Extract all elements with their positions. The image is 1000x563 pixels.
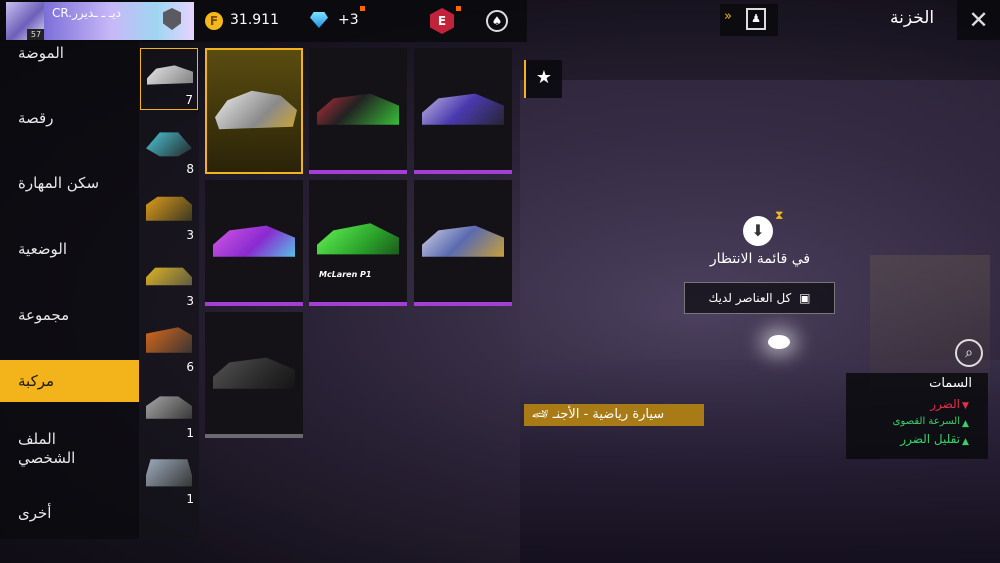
vehicle-image (215, 90, 297, 130)
sidebar-item-skill-skin[interactable]: سكن المهارة (0, 166, 139, 206)
sidebar-item-profile[interactable]: الملف الشخصي (0, 426, 139, 474)
subcategory-count: 1 (186, 426, 194, 440)
diamond-icon (310, 12, 328, 28)
sidebar-item-label: سكن المهارة (18, 174, 100, 192)
vehicle-tile[interactable] (205, 180, 303, 306)
rarity-bar (414, 170, 512, 174)
sidebar-item-label: رقصة (18, 109, 54, 127)
all-items-button[interactable]: كل العناصر لديك ▣ (684, 282, 835, 314)
sidebar-item-vehicle[interactable]: مركبة (0, 360, 139, 402)
rarity-bar (309, 170, 407, 174)
vehicle-thumbnail (146, 132, 192, 157)
arrow-down-icon: ▼ (962, 401, 969, 411)
rarity-bar (414, 302, 512, 306)
vehicle-image (317, 223, 399, 255)
subcategory-count: 1 (186, 492, 194, 506)
vehicle-tile[interactable] (414, 180, 512, 306)
subcategory-item[interactable]: 1 (140, 446, 198, 508)
subcategory-item[interactable]: 3 (140, 182, 198, 244)
attribute-damage-reduction: تقليل الضرر (900, 432, 960, 446)
subcategory-item[interactable]: 3 (140, 248, 198, 310)
vehicle-tile-selected[interactable] (205, 48, 303, 174)
arrow-up-icon: ▲ (962, 419, 969, 429)
sidebar-item-label: الملف الشخصي (18, 430, 76, 467)
card-icon: ♟ (746, 8, 766, 30)
vehicle-icon: 🏎 (532, 407, 549, 422)
arrow-up-icon: ▲ (962, 437, 969, 447)
vehicle-thumbnail (147, 65, 193, 85)
subcategory-item[interactable]: 8 (140, 116, 198, 178)
gold-amount: 31.911 (230, 12, 279, 28)
attribute-damage: الضرر (930, 397, 960, 411)
rarity-bar (309, 302, 407, 306)
favorite-star-button[interactable]: ★ (524, 60, 562, 98)
vehicle-tile[interactable] (309, 48, 407, 174)
zoom-icon[interactable]: ⌕ (955, 339, 983, 367)
vehicle-image (213, 357, 295, 389)
page-title: الخزنة (890, 8, 935, 28)
top-bar: 57 CR.ديـ ـ ـديرر F 31.911 +3 E ♠ (0, 0, 527, 42)
vehicle-thumbnail (146, 459, 192, 487)
vehicle-image (317, 93, 399, 125)
subcategory-item[interactable]: 7 (140, 48, 198, 110)
sidebar-item-emote[interactable]: رقصة (0, 100, 139, 140)
vehicle-thumbnail (146, 196, 192, 221)
vehicle-brand-label: McLaren P1 (319, 270, 372, 279)
vehicle-thumbnail (146, 327, 192, 353)
vehicle-thumbnail (146, 396, 192, 419)
notification-dot (456, 6, 461, 11)
background-lamp (768, 335, 790, 349)
subcategory-count: 6 (186, 360, 194, 374)
sidebar-item-bundle[interactable]: مجموعة (0, 298, 139, 338)
sidebar-item-label: الوضعية (18, 240, 68, 258)
sidebar-item-pose[interactable]: الوضعية (0, 232, 139, 272)
subcategory-count: 8 (186, 162, 194, 176)
queue-status: في قائمة الانتظار (709, 251, 811, 267)
attributes-title: السمات (929, 376, 972, 391)
subcategory-count: 7 (185, 93, 193, 107)
close-button[interactable]: ✕ (957, 0, 1000, 40)
vehicle-image (213, 225, 295, 257)
notification-dot (360, 6, 365, 11)
sidebar-item-label: الموضة (18, 44, 64, 62)
vehicle-tile[interactable]: McLaren P1 (309, 180, 407, 306)
player-level: 57 (27, 29, 45, 40)
hourglass-icon: ⧗ (775, 208, 784, 222)
item-name: سيارة رياضية - الأجنـ (552, 407, 665, 422)
spade-icon[interactable]: ♠ (486, 10, 508, 32)
item-name-bar: 🏎 سيارة رياضية - الأجنـ (524, 404, 704, 426)
sidebar-item-label: أخرى (18, 504, 52, 522)
sidebar-item-label: مجموعة (18, 306, 70, 324)
sidebar-item-fashion[interactable]: الموضة (0, 42, 139, 72)
gold-coin-icon: F (205, 12, 223, 30)
subcategory-count: 3 (186, 294, 194, 308)
all-items-label: كل العناصر لديك (708, 291, 792, 305)
subcategory-count: 3 (186, 228, 194, 242)
download-icon: ▣ (799, 291, 811, 305)
vehicle-image (422, 225, 504, 257)
vehicle-image (422, 93, 504, 125)
subcategory-item[interactable]: 6 (140, 314, 198, 376)
vehicle-tile[interactable] (205, 312, 303, 438)
elite-pass-icon[interactable]: E (430, 8, 454, 34)
vehicle-thumbnail (146, 267, 192, 286)
double-chevron-icon: » (724, 9, 732, 24)
player-name: CR.ديـ ـ ـديرر (52, 6, 122, 20)
rarity-bar (205, 302, 303, 306)
sidebar-item-label: مركبة (18, 372, 55, 390)
sidebar-item-other[interactable]: أخرى (0, 500, 139, 530)
attribute-top-speed: السرعة القصوى (892, 416, 960, 427)
vehicle-tile[interactable] (414, 48, 512, 174)
subcategory-item[interactable]: 1 (140, 380, 198, 442)
rarity-bar (205, 434, 303, 438)
diamond-amount[interactable]: +3 (338, 12, 359, 28)
cloud-download-icon: ⬇ (743, 216, 773, 246)
